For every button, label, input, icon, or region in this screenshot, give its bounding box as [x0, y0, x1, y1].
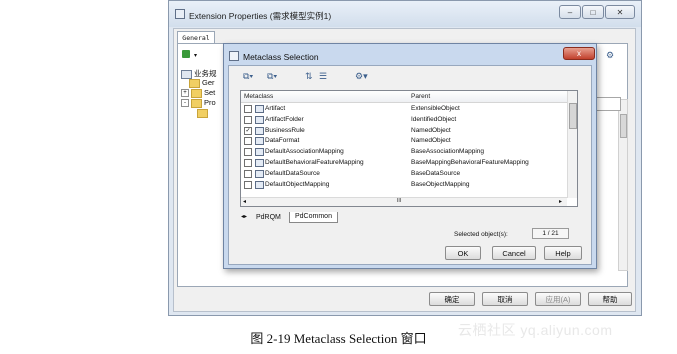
outer-window-title: Extension Properties (需求模型实例1) — [189, 11, 332, 21]
metaclass-name: DefaultObjectMapping — [265, 180, 330, 188]
right-scrollbar[interactable] — [618, 99, 628, 271]
minimize-button[interactable]: – — [559, 5, 581, 19]
filter-icon[interactable]: ⇅ — [305, 71, 313, 82]
tree-item-label: Ger — [202, 78, 215, 87]
column-parent[interactable]: Parent — [411, 93, 430, 100]
metaclass-icon — [255, 169, 264, 178]
metaclass-name: ArtifactFolder — [265, 115, 304, 123]
list-item[interactable]: ArtifactFolder IdentifiedObject — [241, 114, 567, 125]
ok-button[interactable]: 确定 — [429, 292, 475, 306]
properties-icon[interactable]: ⚙ — [606, 50, 614, 61]
row-checkbox[interactable] — [244, 105, 252, 113]
outer-titlebar: Extension Properties (需求模型实例1) – □ ✕ — [169, 1, 641, 27]
metaclass-icon — [255, 115, 264, 124]
maximize-button[interactable]: □ — [582, 5, 604, 19]
metaclass-icon — [255, 180, 264, 189]
metaclass-name: DefaultDataSource — [265, 169, 320, 177]
selected-objects-label: Selected object(s): — [454, 231, 508, 238]
metaclass-name: DefaultBehavioralFeatureMapping — [265, 159, 364, 166]
list-item[interactable]: ✓ BusinessRule NamedObject — [241, 125, 567, 136]
metaclass-icon — [255, 137, 264, 146]
row-checkbox[interactable] — [244, 148, 252, 157]
row-checkbox[interactable] — [244, 180, 252, 189]
list-header: Metaclass Parent — [241, 91, 567, 103]
select-all-icon[interactable]: ⧉▾ — [243, 71, 253, 82]
scroll-right-icon[interactable]: ▸ — [559, 198, 562, 205]
metaclass-icon — [255, 126, 264, 135]
tree-item-label: Set — [204, 88, 216, 97]
tree-item[interactable]: Ger — [189, 78, 215, 88]
metaclass-selection-dialog: Metaclass Selection x ⧉▾ ⧉▾ ⇅ ☰ ⚙▾ Metac… — [223, 43, 597, 269]
help-button[interactable]: 帮助 — [588, 292, 632, 306]
scroll-left-icon[interactable]: ◂ — [243, 198, 246, 205]
list-item[interactable]: DataFormat NamedObject — [241, 135, 567, 146]
metaclass-parent: BaseAssociationMapping — [411, 148, 484, 156]
folder-icon — [191, 88, 202, 98]
folder-icon — [191, 98, 202, 108]
row-checkbox[interactable] — [244, 169, 252, 178]
tree-item[interactable] — [197, 108, 210, 118]
list-item[interactable]: DefaultBehavioralFeatureMapping BaseMappi… — [241, 157, 567, 168]
dialog-close-button[interactable]: x — [563, 47, 595, 60]
metaclass-parent: IdentifiedObject — [411, 115, 457, 123]
find-icon[interactable]: ⚙▾ — [355, 71, 368, 82]
tree-item[interactable]: - Pro — [181, 98, 216, 108]
metaclass-name: DefaultAssociationMapping — [265, 148, 344, 156]
metaclass-name: DataFormat — [265, 137, 300, 145]
row-checkbox[interactable] — [244, 137, 252, 146]
cancel-button[interactable]: 取消 — [482, 292, 528, 306]
hscroll-grip[interactable]: III — [397, 198, 401, 204]
dropdown-arrow-icon[interactable]: ▾ — [194, 52, 197, 59]
row-checkbox[interactable] — [244, 115, 252, 124]
dialog-body: ⧉▾ ⧉▾ ⇅ ☰ ⚙▾ Metaclass Parent Artifact Ex… — [228, 65, 592, 265]
dialog-titlebar: Metaclass Selection x — [227, 46, 595, 64]
metaclass-name: Artifact — [265, 105, 286, 112]
list-item[interactable]: DefaultObjectMapping BaseObjectMapping — [241, 179, 567, 190]
metaclass-parent: NamedObject — [411, 126, 451, 134]
apply-button[interactable]: 应用(A) — [535, 292, 581, 306]
row-checkbox[interactable] — [244, 159, 252, 167]
folder-icon — [189, 78, 200, 88]
tree-item-label: Pro — [204, 98, 216, 107]
sort-icon[interactable]: ☰ — [319, 71, 327, 82]
list-item[interactable]: DefaultDataSource BaseDataSource — [241, 168, 567, 179]
collapse-icon[interactable]: - — [181, 99, 189, 108]
dialog-app-icon — [229, 51, 239, 61]
expand-icon[interactable]: + — [181, 89, 189, 98]
metaclass-parent: BaseObjectMapping — [411, 180, 470, 188]
list-item[interactable]: Artifact ExtensibleObject — [241, 103, 567, 114]
dialog-cancel-button[interactable]: Cancel — [492, 246, 536, 260]
dialog-ok-button[interactable]: OK — [445, 246, 481, 260]
tab-scroll-left-icon[interactable]: ◂▸ — [241, 213, 247, 220]
list-item[interactable]: DefaultAssociationMapping BaseAssociation… — [241, 146, 567, 157]
metaclass-parent: ExtensibleObject — [411, 105, 460, 112]
tree-item[interactable]: + Set — [181, 88, 215, 98]
selected-count: 1 / 21 — [532, 228, 569, 239]
watermark: 云栖社区 yq.aliyun.com — [458, 322, 613, 338]
window-app-icon — [175, 9, 185, 19]
tab-pdrqm[interactable]: PdRQM — [256, 213, 281, 223]
metaclass-icon — [255, 159, 264, 167]
row-checkbox[interactable]: ✓ — [244, 126, 252, 135]
metaclass-parent: BaseMappingBehavioralFeatureMapping — [411, 159, 529, 166]
list-horizontal-scrollbar[interactable]: ◂ III ▸ — [241, 197, 567, 206]
metaclass-parent: BaseDataSource — [411, 169, 461, 177]
metaclass-list: Metaclass Parent Artifact ExtensibleObjec… — [240, 90, 578, 207]
column-metaclass[interactable]: Metaclass — [244, 93, 273, 100]
scroll-thumb[interactable] — [620, 114, 627, 138]
list-vertical-scrollbar[interactable] — [567, 91, 577, 198]
tab-pdcommon[interactable]: PdCommon — [289, 212, 338, 223]
metaclass-icon — [255, 148, 264, 157]
add-icon[interactable] — [182, 50, 190, 58]
metaclass-icon — [255, 105, 264, 113]
close-button[interactable]: ✕ — [605, 5, 635, 19]
folder-icon — [197, 108, 208, 118]
metaclass-parent: NamedObject — [411, 137, 451, 145]
dialog-title: Metaclass Selection — [243, 52, 319, 62]
vscroll-thumb[interactable] — [569, 103, 577, 129]
tree-root-label: 业务规 — [194, 69, 217, 78]
dialog-help-button[interactable]: Help — [544, 246, 582, 260]
deselect-all-icon[interactable]: ⧉▾ — [267, 71, 277, 82]
metaclass-name: BusinessRule — [265, 126, 305, 134]
